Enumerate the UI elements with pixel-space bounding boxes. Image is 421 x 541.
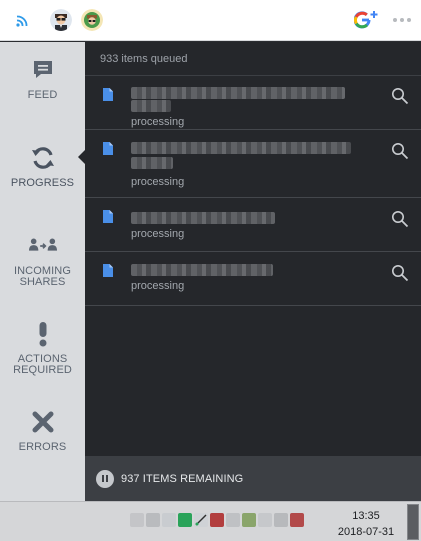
tray-icon[interactable] xyxy=(162,513,176,527)
list-item[interactable]: processing xyxy=(85,76,421,130)
show-desktop-button[interactable] xyxy=(407,504,419,540)
top-bar xyxy=(0,0,421,41)
file-name-redacted xyxy=(131,264,273,276)
progress-panel: 933 items queued processing processing p… xyxy=(85,42,421,456)
tray-icon[interactable] xyxy=(258,513,272,527)
tray-icon[interactable] xyxy=(130,513,144,527)
file-name-redacted xyxy=(131,142,351,154)
file-name-redacted xyxy=(131,212,275,224)
taskbar: 13:35 2018-07-31 xyxy=(0,501,421,541)
tray-icon[interactable] xyxy=(146,513,160,527)
sidebar-item-label: PROGRESS xyxy=(10,177,75,189)
file-icon xyxy=(103,88,113,101)
status-text: processing xyxy=(131,280,185,292)
list-item[interactable]: processing xyxy=(85,198,421,252)
label-line: SHARES xyxy=(19,276,66,288)
status-footer: 937 ITEMS REMAINING xyxy=(85,456,421,501)
clock-time: 13:35 xyxy=(352,510,380,522)
status-text: processing xyxy=(131,176,185,188)
search-icon[interactable] xyxy=(391,210,409,228)
system-tray xyxy=(130,513,304,527)
more-icon[interactable] xyxy=(390,8,414,32)
pause-icon xyxy=(102,475,104,482)
sidebar-item-errors[interactable]: ERRORS xyxy=(0,394,85,482)
clock[interactable]: 13:35 2018-07-31 xyxy=(332,508,400,540)
file-name-redacted xyxy=(131,100,171,112)
tray-icon[interactable] xyxy=(290,513,304,527)
wifi-icon[interactable] xyxy=(10,8,34,32)
search-icon[interactable] xyxy=(391,87,409,105)
label-line: REQUIRED xyxy=(13,364,72,376)
tray-icon[interactable] xyxy=(242,513,256,527)
status-text: processing xyxy=(131,228,185,240)
file-icon xyxy=(103,210,113,223)
active-indicator xyxy=(78,150,85,164)
sidebar-item-label: INCOMING SHARES xyxy=(14,266,71,288)
exclamation-icon xyxy=(29,320,57,348)
avatar xyxy=(50,9,72,31)
google-plus-icon[interactable] xyxy=(354,8,378,32)
clock-date: 2018-07-31 xyxy=(337,526,395,538)
pause-button[interactable] xyxy=(96,469,114,488)
feed-icon xyxy=(29,56,57,84)
status-text: processing xyxy=(131,116,185,128)
tray-icon[interactable] xyxy=(210,513,224,527)
queue-count: 933 items queued xyxy=(85,42,421,76)
sidebar-item-label: FEED xyxy=(27,89,58,101)
list-item[interactable]: processing xyxy=(85,130,421,198)
x-icon xyxy=(29,408,57,436)
sidebar-item-label: ACTIONS REQUIRED xyxy=(13,354,72,376)
sidebar-item-label: ERRORS xyxy=(18,441,67,453)
avatar xyxy=(81,9,103,31)
tray-icon[interactable] xyxy=(226,513,240,527)
sidebar: FEED PROGRESS INCOMING SHARES ACTIONS RE… xyxy=(0,42,85,501)
sidebar-item-actions-required[interactable]: ACTIONS REQUIRED xyxy=(0,306,85,394)
wifi-icon[interactable] xyxy=(194,513,208,527)
list-item[interactable]: processing xyxy=(85,252,421,306)
file-icon xyxy=(103,264,113,277)
items-remaining: 937 ITEMS REMAINING xyxy=(121,472,244,485)
sync-icon xyxy=(29,144,57,172)
tray-icon[interactable] xyxy=(274,513,288,527)
file-name-redacted xyxy=(131,87,345,99)
sidebar-item-incoming-shares[interactable]: INCOMING SHARES xyxy=(0,218,85,306)
tray-icon[interactable] xyxy=(178,513,192,527)
avatar-icon[interactable] xyxy=(49,8,73,32)
file-icon xyxy=(103,142,113,155)
incoming-shares-icon xyxy=(28,232,57,260)
file-name-redacted xyxy=(131,157,173,169)
search-icon[interactable] xyxy=(391,264,409,282)
avatar-icon[interactable] xyxy=(80,8,104,32)
sidebar-item-progress[interactable]: PROGRESS xyxy=(0,130,85,218)
search-icon[interactable] xyxy=(391,142,409,160)
sidebar-item-feed[interactable]: FEED xyxy=(0,42,85,130)
